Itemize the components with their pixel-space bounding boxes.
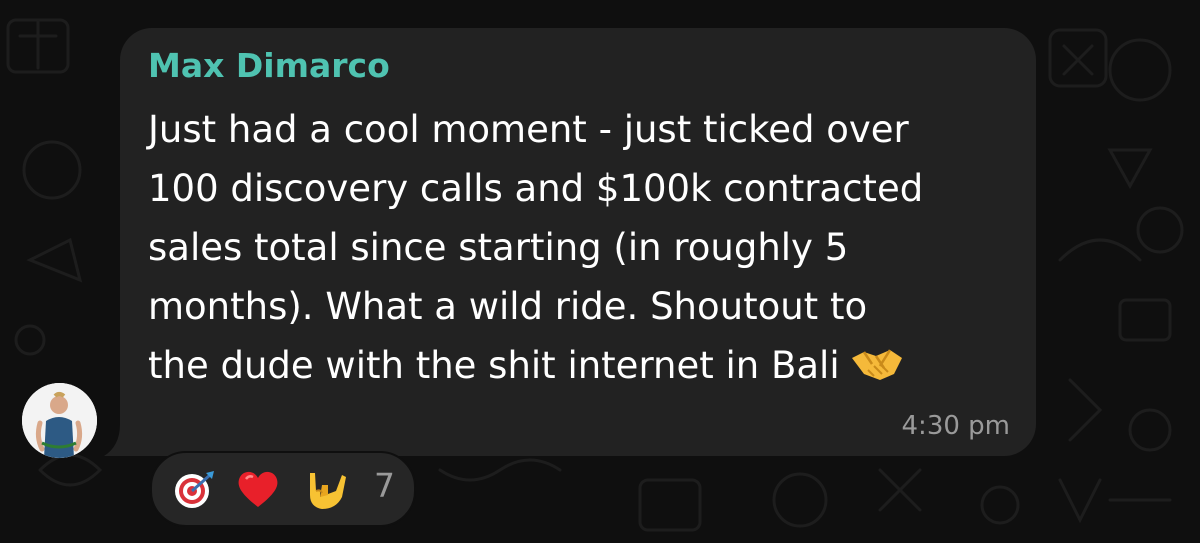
message-line: months). What a wild ride. Shoutout to bbox=[148, 285, 868, 328]
message-text: Just had a cool moment - just ticked ove… bbox=[148, 100, 1018, 395]
dart-target-icon[interactable] bbox=[172, 467, 216, 511]
message-line: 100 discovery calls and $100k contracted bbox=[148, 167, 924, 210]
red-heart-icon[interactable] bbox=[236, 467, 280, 511]
chat-view: Max Dimarco Just had a cool moment - jus… bbox=[0, 0, 1200, 543]
reaction-count[interactable]: 7 bbox=[374, 466, 395, 505]
message-bubble[interactable]: Max Dimarco Just had a cool moment - jus… bbox=[120, 28, 1036, 456]
message-line: the dude with the shit internet in Bali bbox=[148, 344, 840, 387]
message-line: sales total since starting (in roughly 5 bbox=[148, 226, 849, 269]
sender-name[interactable]: Max Dimarco bbox=[148, 46, 390, 85]
message-line-last: the dude with the shit internet in Bali bbox=[148, 336, 1018, 395]
avatar[interactable] bbox=[22, 383, 97, 458]
message-line: Just had a cool moment - just ticked ove… bbox=[148, 108, 909, 151]
reactions-bar[interactable]: 7 bbox=[150, 451, 416, 527]
message-timestamp: 4:30 pm bbox=[901, 411, 1010, 441]
love-you-gesture-icon[interactable] bbox=[302, 467, 346, 511]
person-avatar-icon bbox=[22, 383, 97, 458]
handshake-icon bbox=[851, 349, 902, 380]
